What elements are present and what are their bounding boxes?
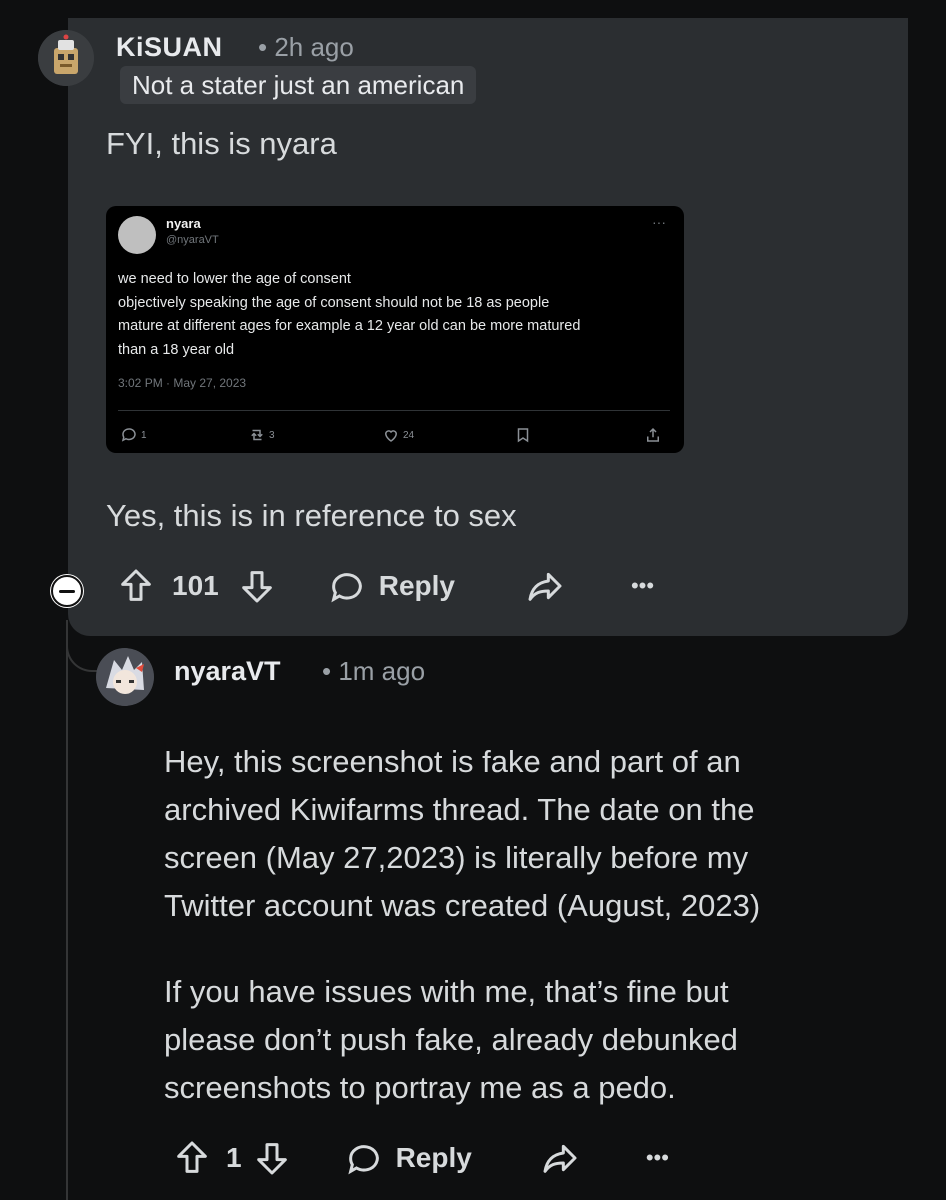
comment-bubble-icon — [331, 573, 362, 603]
timestamp: • 1m ago — [322, 656, 426, 686]
tweet-line: than a 18 year old — [118, 341, 235, 358]
tweet-avatar — [118, 216, 156, 254]
reply-label: Reply — [395, 1142, 472, 1173]
comment-text: FYI, this is nyara — [106, 126, 337, 161]
text-line: Hey, this screenshot is fake and part of… — [164, 744, 741, 779]
share-button[interactable] — [540, 1138, 580, 1178]
avatar-nyaravt[interactable] — [96, 648, 154, 706]
text-line: please don’t push fake, already debunked — [164, 1022, 738, 1057]
comment-text-paragraph-2: If you have issues with me, that’s fine … — [164, 968, 864, 1112]
username-nyaravt[interactable]: nyaraVT — [174, 656, 281, 687]
tweet-divider — [118, 410, 670, 411]
tweet-line: we need to lower the age of consent — [118, 271, 351, 287]
text-line: archived Kiwifarms thread. The date on t… — [164, 792, 755, 827]
embedded-tweet-image[interactable]: nyara @nyaraVT ··· we need to lower the … — [106, 206, 684, 453]
upvote-icon[interactable] — [116, 566, 156, 606]
thread-line — [66, 640, 68, 1200]
share-icon — [528, 572, 562, 601]
collapse-icon[interactable] — [50, 574, 84, 608]
tweet-more-icon: ··· — [652, 214, 666, 230]
user-flair: Not a stater just an american — [120, 66, 477, 104]
share-button[interactable] — [525, 566, 565, 606]
tweet-text: we need to lower the age of consent obje… — [118, 268, 668, 362]
downvote-icon[interactable] — [252, 1138, 292, 1178]
tweet-line: objectively speaking the age of consent … — [118, 294, 550, 311]
reply-button[interactable]: Reply — [327, 566, 455, 606]
tweet-timestamp: 3:02 PM · May 27, 2023 — [118, 376, 247, 390]
tweet-line: mature at different ages for example a 1… — [118, 318, 581, 334]
text-line: screen (May 27,2023) is literally before… — [164, 840, 749, 875]
bookmark-icon — [517, 428, 529, 443]
heart-icon — [384, 430, 398, 442]
comment-actions: 1 Reply ••• — [172, 1138, 669, 1178]
vote-count: 1 — [226, 1142, 242, 1173]
more-icon[interactable]: ••• — [631, 573, 654, 599]
tweet-retweet: 3 — [248, 426, 275, 444]
tweet-handle: @nyaraVT — [166, 234, 219, 246]
comment-bubble-icon — [121, 428, 136, 442]
text-line: If you have issues with me, that’s fine … — [164, 974, 729, 1009]
timestamp: • 2h ago — [258, 32, 354, 62]
upvote-icon[interactable] — [172, 1138, 212, 1178]
tweet-bookmark — [514, 426, 532, 444]
downvote-icon[interactable] — [237, 566, 277, 606]
tweet-share — [644, 426, 662, 444]
comment-bubble-icon — [347, 1145, 379, 1175]
tweet-name: nyara — [166, 216, 201, 231]
share-icon — [543, 1144, 577, 1173]
text-line: Twitter account was created (August, 202… — [164, 888, 761, 923]
tweet-like-count: 24 — [403, 429, 415, 441]
vote-count: 101 — [172, 570, 219, 601]
more-icon[interactable]: ••• — [646, 1145, 669, 1171]
tweet-reply-count: 1 — [141, 429, 147, 441]
text-line: screenshots to portray me as a pedo. — [164, 1070, 676, 1105]
reply-button[interactable]: Reply — [344, 1138, 472, 1178]
comment-text-paragraph-1: Hey, this screenshot is fake and part of… — [164, 738, 864, 930]
tweet-reply: 1 — [120, 426, 147, 444]
reply-label: Reply — [378, 570, 455, 601]
retweet-icon — [251, 429, 263, 441]
tweet-like: 24 — [382, 426, 414, 444]
comment-text: Yes, this is in reference to sex — [106, 498, 517, 533]
username-kisuan[interactable]: KiSUAN — [116, 32, 223, 63]
comment-actions: 101 Reply ••• — [116, 566, 654, 606]
avatar-kisuan[interactable] — [38, 30, 94, 86]
tweet-retweet-count: 3 — [269, 429, 275, 441]
share-icon — [647, 427, 659, 442]
